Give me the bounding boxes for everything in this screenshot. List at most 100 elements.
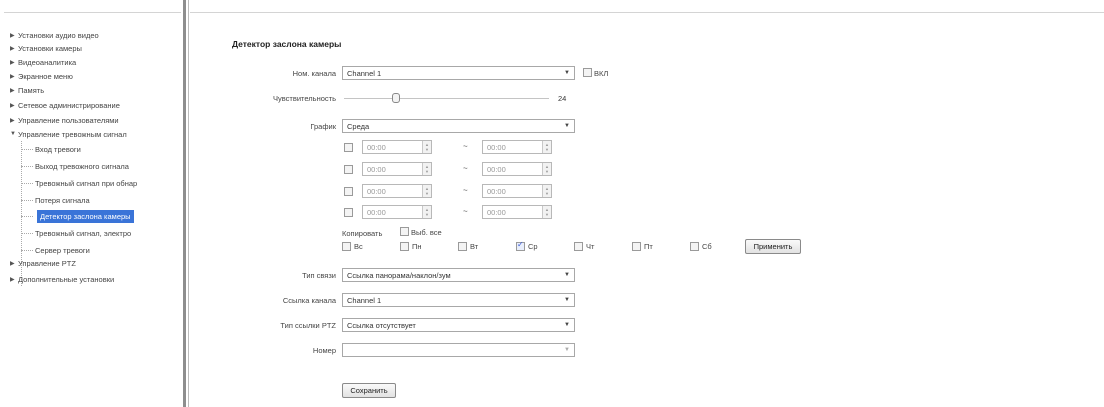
sidebar-item-label: Дополнительные установки [18,274,115,284]
sensitivity-slider-track[interactable] [344,98,549,99]
time-end-input[interactable]: 00:00 ▲ ▼ [482,205,552,219]
spinner-icon[interactable]: ▲ ▼ [542,141,551,153]
time-start-input[interactable]: 00:00 ▲ ▼ [362,140,432,154]
sidebar-top-divider [4,12,181,13]
spinner-icon[interactable]: ▲ ▼ [422,206,431,218]
sidebar-item-label: Управление пользователями [18,115,119,125]
sidebar-subitem-alarm-server[interactable]: Сервер тревоги [35,244,90,257]
expand-arrow-icon: ▶ [10,87,15,94]
copy-label: Копировать [342,229,383,238]
sidebar-item-label: Сетевое администрирование [18,100,120,110]
day-checkbox-sun[interactable] [342,242,351,251]
time-start-input[interactable]: 00:00 ▲ ▼ [362,162,432,176]
sensitivity-label: Чувствительность [273,94,336,103]
expand-arrow-icon: ▶ [10,117,15,124]
spinner-icon[interactable]: ▲ ▼ [542,163,551,175]
day-checkbox-sat[interactable] [690,242,699,251]
day-label-tue: Вт [470,242,479,251]
select-all-checkbox[interactable] [400,227,409,236]
expand-arrow-icon: ▶ [10,45,15,52]
collapse-arrow-icon: ▼ [10,131,16,137]
expand-arrow-icon: ▶ [10,59,15,66]
link-type-value: Ссылка панорама/наклон/зум [347,270,451,280]
sidebar-subitem-alarm-input[interactable]: Вход тревоги [35,143,81,156]
spinner-icon[interactable]: ▲ ▼ [542,206,551,218]
enable-label: ВКЛ [594,69,609,78]
sidebar-item-osd[interactable]: ▶ Экранное меню [10,70,73,82]
sidebar-item-audio-video[interactable]: ▶ Установки аудио видео [10,29,99,41]
select-all-label: Выб. все [411,228,442,237]
sensitivity-slider-thumb[interactable] [392,93,400,103]
day-label-thu: Чт [586,242,595,251]
day-checkbox-mon[interactable] [400,242,409,251]
day-checkbox-wed[interactable] [516,240,525,251]
enable-checkbox[interactable] [583,68,592,77]
chevron-down-icon: ▼ [564,70,570,76]
day-label-sun: Вс [354,242,363,251]
day-checkbox-tue[interactable] [458,242,467,251]
spinner-icon[interactable]: ▲ ▼ [422,141,431,153]
sidebar-item-advanced[interactable]: ▶ Дополнительные установки [10,273,114,285]
time-end-input[interactable]: 00:00 ▲ ▼ [482,140,552,154]
chevron-down-icon: ▼ [564,123,570,129]
sidebar-item-video-analytics[interactable]: ▶ Видеоаналитика [10,56,76,68]
sidebar-subitem-email-alarm[interactable]: Тревожный сигнал, электро [35,227,131,240]
time-period-checkbox[interactable] [344,143,353,152]
sidebar-item-camera-settings[interactable]: ▶ Установки камеры [10,42,82,54]
sidebar-item-ptz[interactable]: ▶ Управление PTZ [10,257,76,269]
save-button[interactable]: Сохранить [342,383,396,398]
link-type-label: Тип связи [302,271,336,280]
time-end-input[interactable]: 00:00 ▲ ▼ [482,184,552,198]
sensitivity-value: 24 [558,94,567,103]
sidebar-subitem-motion-alarm[interactable]: Тревожный сигнал при обнар [35,177,137,190]
time-separator: ~ [463,207,468,216]
sidebar-subitem-tamper-detector[interactable]: Детектор заслона камеры [37,210,134,223]
time-end-input[interactable]: 00:00 ▲ ▼ [482,162,552,176]
chevron-down-icon: ▼ [564,272,570,278]
tree-branch [21,216,33,217]
sidebar-item-alarm-management[interactable]: ▼ Управление тревожным сигнал [10,128,127,140]
sidebar-item-label: Память [18,85,45,95]
apply-button[interactable]: Применить [745,239,801,254]
channel-select[interactable]: Channel 1 ▼ [342,66,575,80]
ptz-link-type-select[interactable]: Ссылка отсутствует ▼ [342,318,575,332]
time-separator: ~ [463,164,468,173]
channel-select-value: Channel 1 [347,68,382,78]
time-period-checkbox[interactable] [344,187,353,196]
time-separator: ~ [463,142,468,151]
day-label-mon: Пн [412,242,422,251]
channel-link-select[interactable]: Channel 1 ▼ [342,293,575,307]
sidebar-subitem-signal-loss[interactable]: Потеря сигнала [35,194,90,207]
expand-arrow-icon: ▶ [10,102,15,109]
time-period-checkbox[interactable] [344,208,353,217]
expand-arrow-icon: ▶ [10,32,15,39]
sidebar-subitem-alarm-output[interactable]: Выход тревожного сигнала [35,160,129,173]
link-type-select[interactable]: Ссылка панорама/наклон/зум ▼ [342,268,575,282]
channel-link-label: Ссылка канала [282,296,336,305]
sidebar-item-label: Управление тревожным сигнал [18,129,127,139]
time-start-input[interactable]: 00:00 ▲ ▼ [362,184,432,198]
spinner-icon[interactable]: ▲ ▼ [422,163,431,175]
spinner-icon[interactable]: ▲ ▼ [542,185,551,197]
panel-separator[interactable] [183,0,186,407]
expand-arrow-icon: ▶ [10,260,15,267]
channel-label: Ном. канала [292,69,336,78]
spinner-icon[interactable]: ▲ ▼ [422,185,431,197]
time-period-checkbox[interactable] [344,165,353,174]
schedule-day-select[interactable]: Среда ▼ [342,119,575,133]
chevron-down-icon: ▼ [564,297,570,303]
day-checkbox-thu[interactable] [574,242,583,251]
sidebar-item-label: Видеоаналитика [18,57,77,67]
sidebar-item-network-admin[interactable]: ▶ Сетевое администрирование [10,99,120,111]
day-checkbox-fri[interactable] [632,242,641,251]
page-title: Детектор заслона камеры [232,39,342,49]
time-start-input[interactable]: 00:00 ▲ ▼ [362,205,432,219]
number-select[interactable]: ▼ [342,343,575,357]
sidebar-item-label: Установки камеры [18,43,82,53]
sidebar-item-storage[interactable]: ▶ Память [10,84,44,96]
sidebar-item-label: Управление PTZ [18,258,76,268]
day-label-sat: Сб [702,242,712,251]
chevron-down-icon: ▼ [564,347,570,353]
expand-arrow-icon: ▶ [10,276,15,283]
sidebar-item-user-management[interactable]: ▶ Управление пользователями [10,114,119,126]
